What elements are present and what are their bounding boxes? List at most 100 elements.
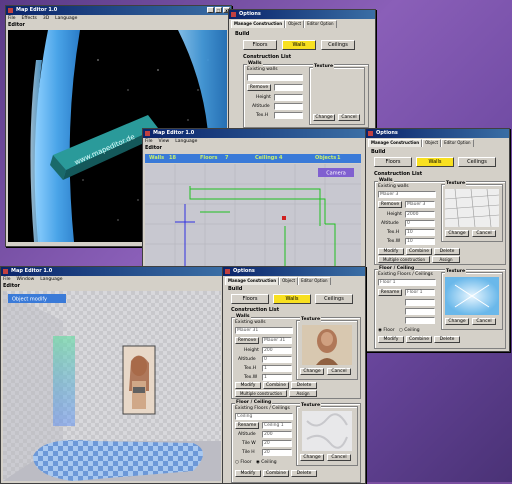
- ceilings-button[interactable]: Ceilings: [321, 40, 355, 50]
- minimize-button[interactable]: _: [207, 7, 214, 13]
- fc-field-3[interactable]: [405, 317, 435, 324]
- remove-field[interactable]: Mauer 3: [405, 201, 435, 208]
- multiple-construction-button[interactable]: Multiple construction: [378, 256, 430, 263]
- assign-button[interactable]: Assign: [289, 390, 317, 397]
- texw-field[interactable]: 10: [405, 238, 435, 245]
- rename-button[interactable]: Rename: [235, 422, 259, 429]
- rename-field[interactable]: Ceiling 1: [262, 422, 292, 429]
- menu-3d[interactable]: 3D: [43, 16, 49, 21]
- existing-walls-select[interactable]: Mauer 31: [235, 327, 293, 334]
- menu-file[interactable]: File: [3, 277, 11, 282]
- floor-cancel-button[interactable]: Cancel: [472, 318, 496, 325]
- tilew-field[interactable]: 20: [262, 440, 292, 447]
- altitude-field[interactable]: 0: [262, 356, 292, 363]
- camera-marker[interactable]: [282, 216, 286, 220]
- menu-view[interactable]: View: [159, 139, 170, 144]
- ceiling-radio[interactable]: ○: [399, 328, 403, 333]
- tab-editor-option[interactable]: Editor Option: [441, 139, 474, 147]
- fc-modify-button[interactable]: Modify: [235, 470, 261, 477]
- walls-button[interactable]: Walls: [273, 294, 311, 304]
- menu-language[interactable]: Language: [40, 277, 62, 282]
- height-field[interactable]: [274, 94, 303, 101]
- existing-fc-select[interactable]: Ceiling: [235, 413, 293, 420]
- cancel-button[interactable]: Cancel: [327, 368, 351, 375]
- altitude-field[interactable]: [274, 103, 303, 110]
- texh-field[interactable]: 1: [262, 365, 292, 372]
- tab-editor-option[interactable]: Editor Option: [304, 20, 337, 28]
- existing-walls-select[interactable]: [247, 74, 303, 81]
- construction-list-label: Construction List: [243, 54, 292, 60]
- height-field[interactable]: 200: [262, 347, 292, 354]
- fc-combine-button[interactable]: Combine: [263, 470, 289, 477]
- fc-modify-button[interactable]: Modify: [378, 336, 404, 343]
- walls-group-title: Walls: [378, 178, 394, 183]
- altitude2-field[interactable]: 200: [262, 431, 292, 438]
- fc-delete-button[interactable]: Delete: [434, 336, 460, 343]
- fc-cancel-button[interactable]: Cancel: [327, 454, 351, 461]
- remove-button[interactable]: Remove: [378, 201, 402, 208]
- menu-file[interactable]: File: [145, 139, 153, 144]
- fc-field-1[interactable]: [405, 299, 435, 306]
- menu-language[interactable]: Language: [55, 16, 77, 21]
- change-button[interactable]: Change: [445, 230, 469, 237]
- ceilings-button[interactable]: Ceilings: [458, 157, 496, 167]
- remove-field[interactable]: Mauer 31: [262, 337, 292, 344]
- texh-field[interactable]: [274, 112, 303, 119]
- fc-change-button[interactable]: Change: [300, 454, 324, 461]
- 2d-map-canvas[interactable]: Camera: [145, 164, 361, 266]
- tab-object[interactable]: Object: [279, 277, 299, 285]
- menu-effects[interactable]: Effects: [22, 16, 37, 21]
- fc-field-2[interactable]: [405, 308, 435, 315]
- existing-walls-select[interactable]: Mauer 3: [378, 191, 436, 198]
- assign-button[interactable]: Assign: [432, 256, 460, 263]
- existing-fc-select[interactable]: Floor 1: [378, 279, 436, 286]
- walls-group-title: Walls: [235, 314, 251, 319]
- floors-button[interactable]: Floors: [231, 294, 269, 304]
- remove-button[interactable]: Remove: [235, 337, 259, 344]
- tab-object[interactable]: Object: [422, 139, 442, 147]
- floor-radio[interactable]: ○: [235, 460, 239, 465]
- cancel-button[interactable]: Cancel: [472, 230, 496, 237]
- delete-button[interactable]: Delete: [434, 248, 460, 255]
- menu-language[interactable]: Language: [175, 139, 197, 144]
- change-button[interactable]: Change: [313, 114, 335, 121]
- app-icon: [8, 8, 13, 13]
- texw-field[interactable]: 1: [262, 374, 292, 381]
- rename-field[interactable]: Floor 1: [405, 289, 435, 296]
- walls-button[interactable]: Walls: [416, 157, 454, 167]
- existing-fc-label: Existing Floors / Ceilings: [235, 406, 290, 411]
- ceiling-radio[interactable]: ◉: [256, 460, 260, 465]
- combine-button[interactable]: Combine: [263, 382, 289, 389]
- delete-button[interactable]: Delete: [291, 382, 317, 389]
- maximize-button[interactable]: □: [215, 7, 222, 13]
- walls-button[interactable]: Walls: [282, 40, 316, 50]
- tab-manage-construction[interactable]: Manage Construction: [231, 20, 286, 28]
- combine-button[interactable]: Combine: [406, 248, 432, 255]
- ceilings-button[interactable]: Ceilings: [315, 294, 353, 304]
- menu-window[interactable]: Window: [17, 277, 35, 282]
- altitude-field[interactable]: 0: [405, 220, 435, 227]
- modify-button[interactable]: Modify: [235, 382, 261, 389]
- tab-editor-option[interactable]: Editor Option: [298, 277, 331, 285]
- height-field[interactable]: 2000: [405, 211, 435, 218]
- floor-radio[interactable]: ◉: [378, 328, 382, 333]
- remove-button[interactable]: Remove: [247, 84, 271, 91]
- tab-manage-construction[interactable]: Manage Construction: [368, 139, 423, 147]
- rename-button[interactable]: Rename: [378, 289, 402, 296]
- tab-manage-construction[interactable]: Manage Construction: [225, 277, 280, 285]
- floors-button[interactable]: Floors: [374, 157, 412, 167]
- floor-change-button[interactable]: Change: [445, 318, 469, 325]
- modify-button[interactable]: Modify: [378, 248, 404, 255]
- remove-field[interactable]: [274, 84, 303, 91]
- tab-object[interactable]: Object: [285, 20, 305, 28]
- fc-combine-button[interactable]: Combine: [406, 336, 432, 343]
- menu-file[interactable]: File: [8, 16, 16, 21]
- change-button[interactable]: Change: [300, 368, 324, 375]
- floors-button[interactable]: Floors: [243, 40, 277, 50]
- tileh-field[interactable]: 20: [262, 449, 292, 456]
- fc-delete-button[interactable]: Delete: [291, 470, 317, 477]
- texh-field[interactable]: 10: [405, 229, 435, 236]
- cancel-button[interactable]: Cancel: [338, 114, 360, 121]
- multiple-construction-button[interactable]: Multiple construction: [235, 390, 287, 397]
- 3d-room-viewport[interactable]: Object modify: [3, 291, 221, 481]
